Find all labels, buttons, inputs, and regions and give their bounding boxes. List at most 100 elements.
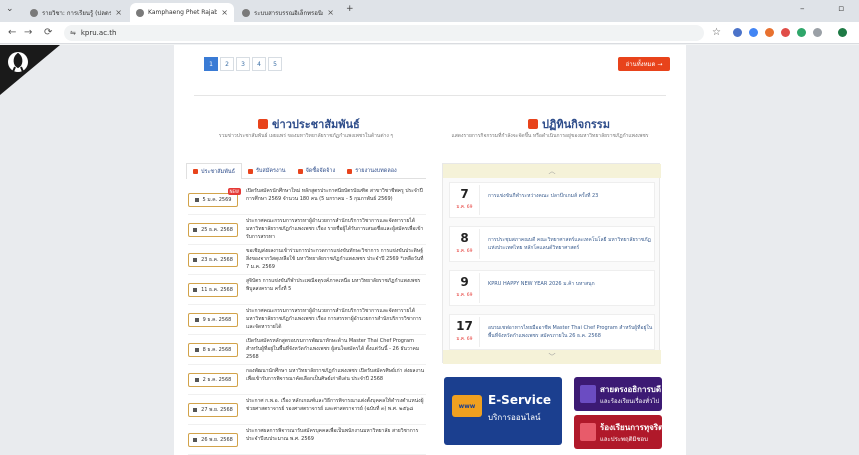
list-item[interactable]: 27 พ.ย. 2568 ประกาศ ก.พ.อ. เรื่อง หลักเก… [188,395,426,425]
list-item[interactable]: 9 ธ.ค. 2568 ประกาศคณะกรรมการสรรหาผู้อำนว… [188,305,426,335]
page-2-button[interactable]: 2 [220,57,234,71]
pin-icon [247,168,253,174]
calendar-icon [194,378,199,382]
page-1-button[interactable]: 1 [204,57,218,71]
address-url: kpru.ac.th [80,29,117,37]
close-icon[interactable]: × [115,8,122,17]
activity-item[interactable]: 7 ม.ค. 69 การแข่งขันกีฬาระหว่างคณะ ปลาบึ… [449,182,655,218]
news-date: 27 พ.ย. 2568 [188,403,238,417]
news-date: 25 ธ.ค. 2568 [188,223,238,237]
list-item[interactable]: 26 พ.ย. 2568 ประกาศผลการพิจารณารับสมัครบ… [188,425,426,455]
site-info-icon[interactable]: ⇋ [70,29,76,37]
phone-icon [580,385,596,403]
list-item[interactable]: 25 ธ.ค. 2568 ประกาศคณะกรรมการสรรหาผู้อำน… [188,215,426,245]
news-list: 5 ม.ค. 2569 NEW เปิดรับสมัครนักศึกษาใหม่ … [188,185,426,455]
activity-date: 7 ม.ค. 69 [450,185,480,215]
extension-icon[interactable] [733,28,742,37]
tab-trial-balance[interactable]: รายงานงบทดลอง [341,163,403,179]
news-link[interactable]: กองพัฒนานักศึกษา มหาวิทยาลัยราชภัฏกำแพงเ… [246,367,426,393]
activity-item[interactable]: 8 ม.ค. 69 การประชุมสภาคณบดี คณะวิทยาศาสต… [449,226,655,262]
forward-icon[interactable]: → [24,27,32,38]
tab-favicon-icon [242,8,250,17]
activity-link[interactable]: อบรมเชฟอาหารไทยมืออาชีพ Master Thai Chef… [480,324,654,340]
back-icon[interactable]: ← [8,27,16,38]
main-content: 1 2 3 4 5 อ่านทั้งหมด → ข่าวประชาสัมพันธ… [174,45,686,455]
activity-link[interactable]: KPRU HAPPY NEW YEAR 2026 ม.ค้า บหาสนุก [480,280,654,296]
list-item[interactable]: 5 ม.ค. 2569 NEW เปิดรับสมัครนักศึกษาใหม่ … [188,185,426,215]
browser-toolbar: ← → ⟳ ⇋ kpru.ac.th ☆ [0,22,859,44]
www-icon: www [452,395,482,417]
eservice-banner[interactable]: www E-Service บริการออนไลน์ [444,377,562,445]
news-section-title: ข่าวประชาสัมพันธ์ [258,115,360,133]
news-title-text: ข่าวประชาสัมพันธ์ [272,118,360,131]
bookmark-star-icon[interactable]: ☆ [712,27,721,38]
tab-public-relations[interactable]: ประชาสัมพันธ์ [186,163,242,179]
close-icon[interactable]: × [327,8,334,17]
extension-icon[interactable] [749,28,758,37]
extension-icon[interactable] [797,28,806,37]
scroll-down-button[interactable]: ﹀ [443,350,661,364]
corruption-complaint-banner[interactable]: ร้องเรียนการทุจริต และประพฤติมิชอบ [574,415,662,449]
news-link[interactable]: ประกาศคณะกรรมการสรรหาผู้อำนวยการสำนักบริ… [246,217,426,243]
newspaper-icon [258,119,268,129]
tab-search-icon[interactable]: ⌄ [6,4,14,14]
calendar-icon [193,228,198,232]
news-link[interactable]: ประกาศ ก.พ.อ. เรื่อง หลักเกณฑ์และวิธีการ… [246,397,426,423]
calendar-icon [193,258,198,262]
cart-icon [297,168,303,174]
tab-procurement[interactable]: จัดซื้อจัดจ้าง [292,163,342,179]
address-bar[interactable]: ⇋ kpru.ac.th [64,25,704,41]
new-tab-icon[interactable]: + [346,4,354,14]
news-date: 26 พ.ย. 2568 [188,433,238,447]
eservice-title: E-Service [488,393,552,407]
news-date: 11 ธ.ค. 2568 [188,283,238,297]
page-4-button[interactable]: 4 [252,57,266,71]
news-link[interactable]: ประกาศผลการพิจารณารับสมัครบุคคลเพื่อเป็น… [246,427,426,453]
profile-avatar[interactable] [838,28,847,37]
list-item[interactable]: 2 ธ.ค. 2568 กองพัฒนานักศึกษา มหาวิทยาลัย… [188,365,426,395]
calendar-icon [193,438,198,442]
extension-icon[interactable] [781,28,790,37]
eservice-subtitle: บริการออนไลน์ [488,413,541,422]
report-icon [347,168,353,174]
activity-link[interactable]: การประชุมสภาคณบดี คณะวิทยาศาสตร์และเทคโน… [480,236,654,252]
news-link[interactable]: ขอเชิญส่งผลงานเข้าร่วมการประกวดการแข่งขั… [246,247,426,273]
calendar-icon [193,408,198,412]
news-link[interactable]: สูจิบัตร การแข่งขันกีฬาประเพณีจตุรงค์ภาค… [246,277,426,303]
news-tabs: ประชาสัมพันธ์ รับสมัครงาน จัดซื้อจัดจ้าง… [186,163,426,179]
close-icon[interactable]: × [221,8,228,17]
pagination: 1 2 3 4 5 [204,57,284,71]
list-item[interactable]: 8 ธ.ค. 2568 เปิดรับสมัครหลักสูตรอบรมการพ… [188,335,426,365]
activities-panel: ︿ 7 ม.ค. 69 การแข่งขันกีฬาระหว่างคณะ ปลา… [442,163,661,364]
extension-icon[interactable] [765,28,774,37]
scroll-up-button[interactable]: ︿ [443,164,661,178]
tab-job-openings[interactable]: รับสมัครงาน [242,163,292,179]
tab-title: Kamphaeng Phet Rajabhat Uni [148,9,218,16]
warning-icon [580,423,596,441]
chevron-up-icon: ︿ [548,167,556,175]
read-all-button[interactable]: อ่านทั้งหมด → [618,57,670,71]
activity-item[interactable]: 9 ม.ค. 69 KPRU HAPPY NEW YEAR 2026 ม.ค้า… [449,270,655,306]
page-5-button[interactable]: 5 [268,57,282,71]
reload-icon[interactable]: ⟳ [44,27,52,38]
browser-tab-1[interactable]: รายวิชา: การเรียนรู้ (ปลดรอบการ × [24,3,128,22]
minimize-icon[interactable]: – [800,4,805,14]
news-link[interactable]: เปิดรับสมัครนักศึกษาใหม่ หลักสูตรประกาศน… [246,187,426,213]
news-link[interactable]: เปิดรับสมัครหลักสูตรอบรมการพัฒนาทักษะด้า… [246,337,426,363]
extensions-puzzle-icon[interactable] [813,28,822,37]
list-item[interactable]: 23 ธ.ค. 2568 ขอเชิญส่งผลงานเข้าร่วมการปร… [188,245,426,275]
browser-tab-2[interactable]: Kamphaeng Phet Rajabhat Uni × [130,3,234,22]
section-divider [194,95,666,96]
news-link[interactable]: ประกาศคณะกรรมการสรรหาผู้อำนวยการสำนักบริ… [246,307,426,333]
activity-item[interactable]: 17 ม.ค. 69 อบรมเชฟอาหารไทยมืออาชีพ Maste… [449,314,655,350]
activity-link[interactable]: การแข่งขันกีฬาระหว่างคณะ ปลาบึกเกมส์ ครั… [480,192,654,208]
maximize-icon[interactable]: ▫ [838,4,844,14]
browser-tab-3[interactable]: ระบบสารบรรณอิเล็กทรอนิกส์ | KPRU Ho × [236,3,340,22]
news-date: 5 ม.ค. 2569 NEW [188,188,241,207]
president-hotline-banner[interactable]: สายตรงอธิการบดี และร้องเรียนเรื่องทั่วไป [574,377,662,411]
page-3-button[interactable]: 3 [236,57,250,71]
tab-favicon-icon [30,8,38,17]
complaint-subtitle: และประพฤติมิชอบ [600,436,648,443]
list-item[interactable]: 11 ธ.ค. 2568 สูจิบัตร การแข่งขันกีฬาประเ… [188,275,426,305]
activity-date: 8 ม.ค. 69 [450,229,480,259]
